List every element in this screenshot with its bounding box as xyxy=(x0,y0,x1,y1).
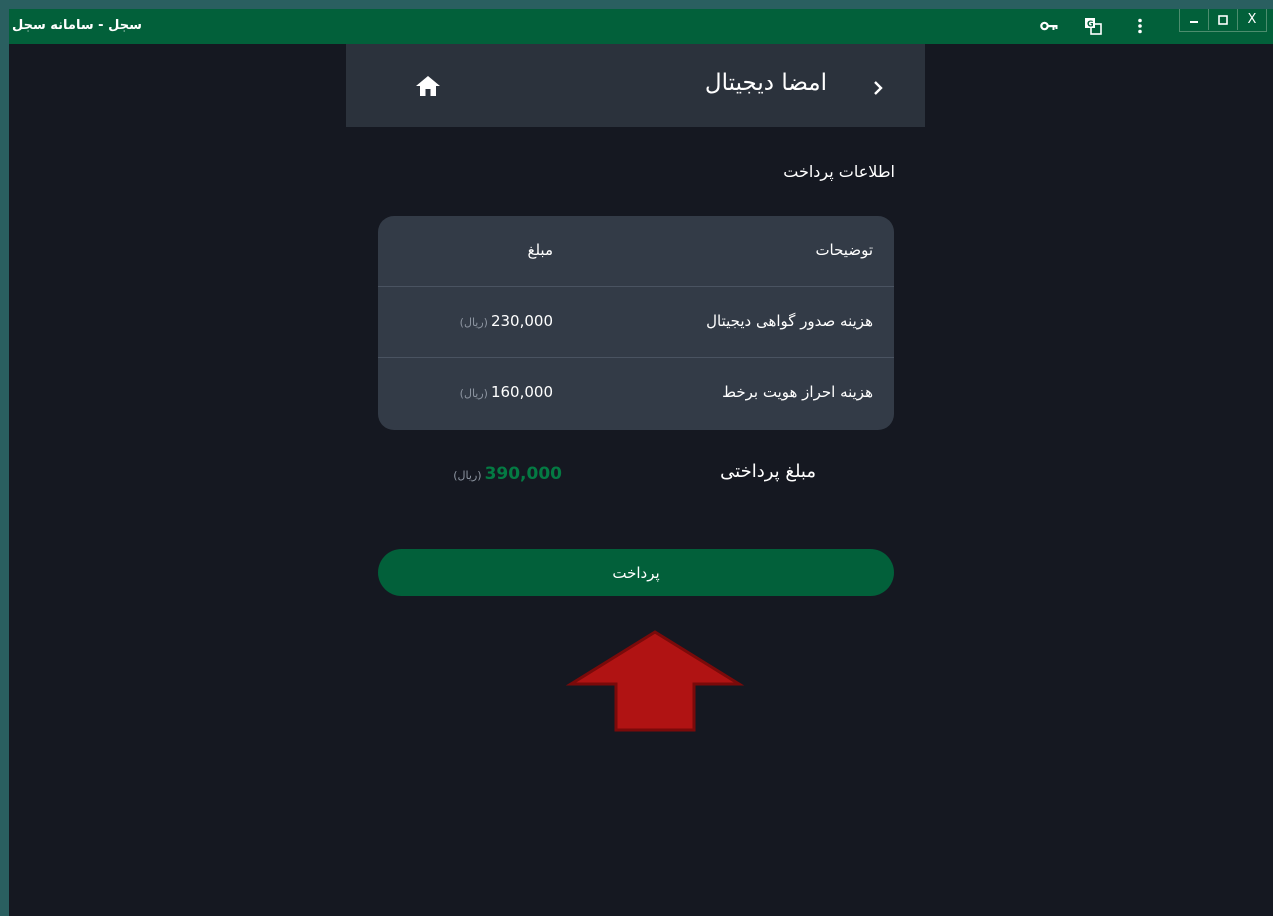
annotation-arrow-icon xyxy=(565,630,745,732)
amount-value: 160,000 xyxy=(490,383,553,401)
app-header: امضا دیجیتال xyxy=(346,44,925,127)
row-amount: (ریال) 160,000 xyxy=(460,383,553,401)
home-button[interactable] xyxy=(413,71,443,101)
svg-text:G: G xyxy=(1087,20,1094,29)
window-title: سجل - سامانه سجل xyxy=(12,18,142,33)
currency-unit: (ریال) xyxy=(453,469,482,482)
chevron-right-icon xyxy=(874,81,883,95)
window-controls: X xyxy=(1179,9,1267,32)
maximize-button[interactable] xyxy=(1209,9,1238,30)
key-icon[interactable] xyxy=(1038,15,1060,37)
row-description: هزینه احراز هویت برخط xyxy=(722,383,873,401)
back-button[interactable] xyxy=(864,74,892,102)
total-value: 390,000 xyxy=(484,464,562,484)
app-window: سجل - سامانه سجل G X امضا دیجیتال اطلاعا… xyxy=(9,9,1273,916)
column-header-description: توضیحات xyxy=(815,241,873,259)
total-amount: (ریال) 390,000 xyxy=(453,464,562,484)
column-header-amount: مبلغ xyxy=(527,241,553,259)
table-row: هزینه احراز هویت برخط (ریال) 160,000 xyxy=(378,358,894,428)
page-title: امضا دیجیتال xyxy=(704,70,827,96)
payment-table: توضیحات مبلغ هزینه صدور گواهی دیجیتال (ر… xyxy=(378,216,894,430)
row-amount: (ریال) 230,000 xyxy=(460,312,553,330)
total-label: مبلغ پرداختی xyxy=(720,461,816,482)
amount-value: 230,000 xyxy=(490,312,553,330)
close-icon: X xyxy=(1247,12,1257,27)
payment-info-heading: اطلاعات پرداخت xyxy=(783,162,895,181)
home-icon xyxy=(416,76,440,96)
row-description: هزینه صدور گواهی دیجیتال xyxy=(706,312,873,330)
minimize-button[interactable] xyxy=(1180,9,1209,30)
table-header-row: توضیحات مبلغ xyxy=(378,216,894,287)
title-bar: سجل - سامانه سجل G X xyxy=(9,9,1273,44)
pay-button[interactable]: پرداخت xyxy=(378,549,894,596)
table-row: هزینه صدور گواهی دیجیتال (ریال) 230,000 xyxy=(378,287,894,358)
translate-icon[interactable]: G xyxy=(1082,15,1104,37)
currency-unit: (ریال) xyxy=(459,387,488,400)
more-vert-icon[interactable] xyxy=(1129,15,1151,37)
close-button[interactable]: X xyxy=(1238,9,1266,30)
currency-unit: (ریال) xyxy=(459,316,488,329)
